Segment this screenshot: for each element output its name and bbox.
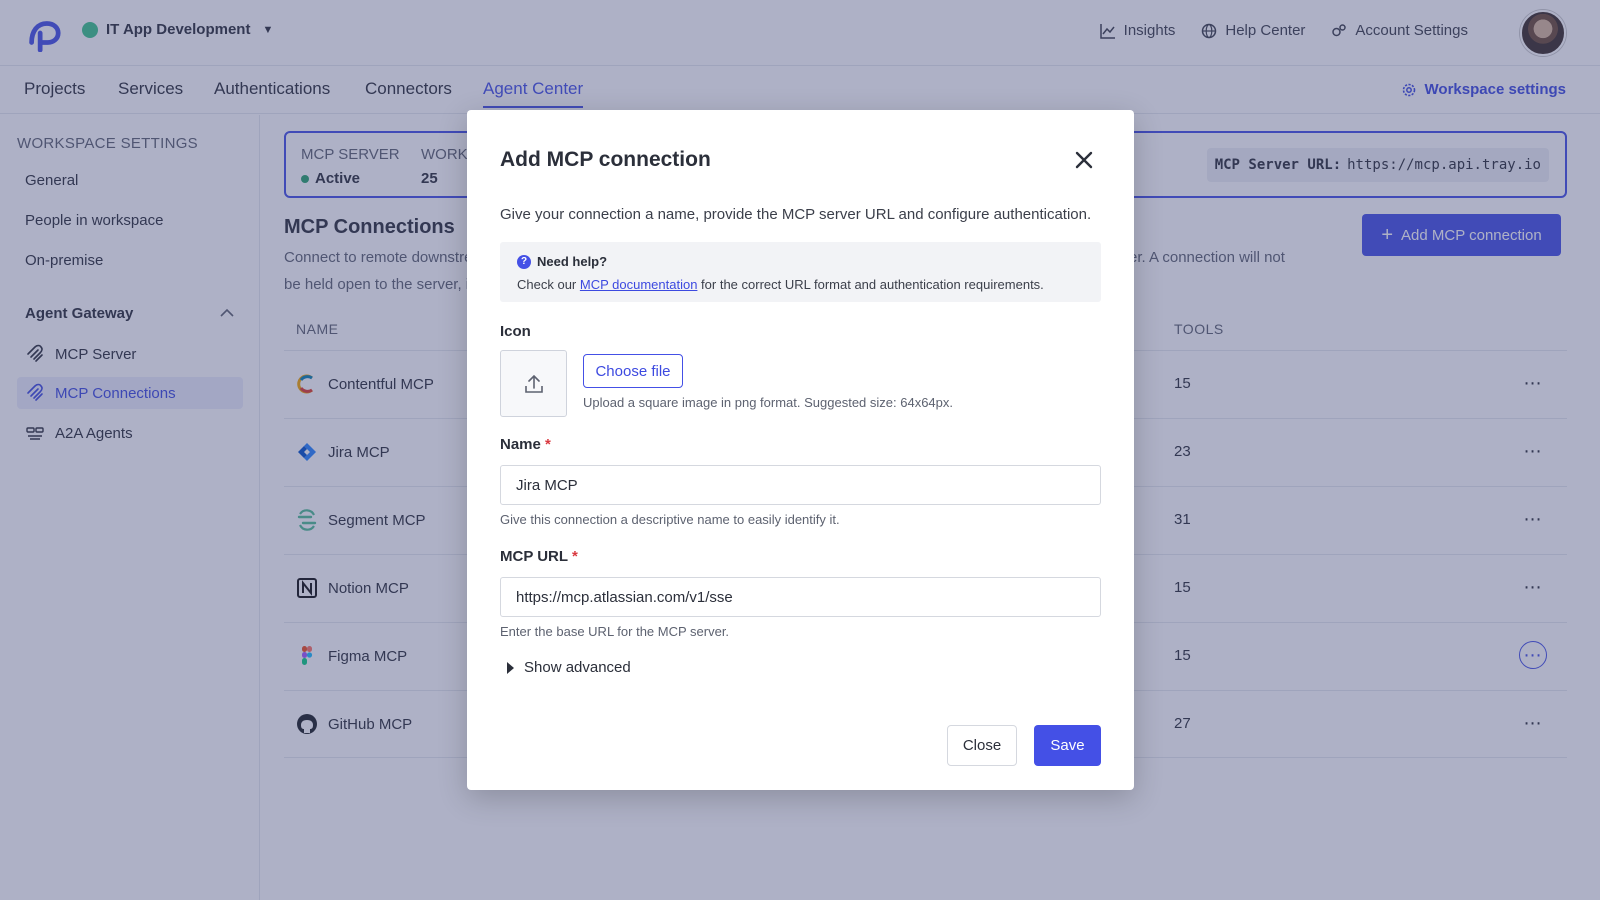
choose-file-button[interactable]: Choose file bbox=[583, 354, 683, 388]
show-advanced-label: Show advanced bbox=[524, 659, 631, 676]
url-field-label: MCP URL * bbox=[500, 548, 578, 565]
help-text: Check our MCP documentation for the corr… bbox=[517, 277, 1044, 292]
dialog-description: Give your connection a name, provide the… bbox=[500, 206, 1092, 223]
mcp-url-input[interactable] bbox=[500, 577, 1101, 617]
close-icon[interactable] bbox=[1072, 148, 1096, 172]
upload-hint: Upload a square image in png format. Sug… bbox=[583, 395, 954, 410]
name-input[interactable] bbox=[500, 465, 1101, 505]
url-label-text: MCP URL bbox=[500, 548, 568, 565]
help-suffix: for the correct URL format and authentic… bbox=[701, 277, 1044, 292]
name-hint: Give this connection a descriptive name … bbox=[500, 512, 840, 527]
name-field-label: Name * bbox=[500, 436, 551, 453]
url-hint: Enter the base URL for the MCP server. bbox=[500, 624, 730, 639]
close-button[interactable]: Close bbox=[947, 725, 1017, 766]
caret-right-icon bbox=[507, 661, 514, 674]
required-mark: * bbox=[545, 436, 551, 453]
upload-icon bbox=[524, 374, 543, 393]
name-label-text: Name bbox=[500, 436, 541, 453]
show-advanced-toggle[interactable]: Show advanced bbox=[507, 659, 631, 676]
add-mcp-connection-dialog: Add MCP connection Give your connection … bbox=[467, 110, 1134, 790]
mcp-documentation-link[interactable]: MCP documentation bbox=[580, 277, 698, 292]
icon-upload-preview[interactable] bbox=[500, 350, 567, 417]
help-icon: ? bbox=[517, 254, 531, 269]
required-mark: * bbox=[571, 548, 578, 565]
icon-field-label: Icon bbox=[500, 323, 531, 340]
dialog-title: Add MCP connection bbox=[500, 148, 711, 171]
help-callout: ? Need help? Check our MCP documentation… bbox=[500, 242, 1101, 302]
save-button[interactable]: Save bbox=[1034, 725, 1101, 766]
help-title: ? Need help? bbox=[517, 254, 607, 269]
help-title-text: Need help? bbox=[537, 254, 608, 269]
help-prefix: Check our bbox=[517, 277, 577, 292]
